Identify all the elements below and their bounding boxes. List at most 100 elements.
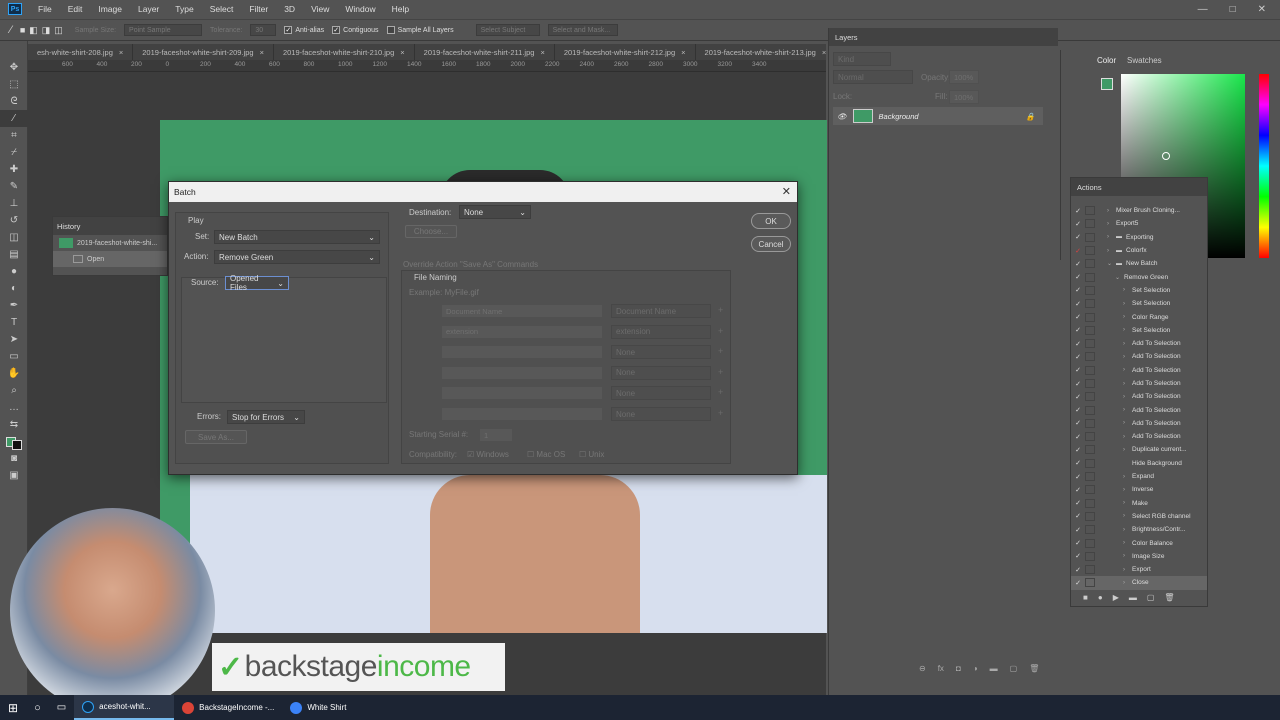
taskbar-item-photoshop[interactable]: aceshot-whit... bbox=[74, 695, 175, 720]
check-icon[interactable]: ✓ bbox=[1071, 433, 1085, 441]
dialog-toggle-box[interactable] bbox=[1085, 458, 1095, 468]
action-row[interactable]: ✓ › Select RGB channel bbox=[1071, 510, 1207, 523]
dialog-toggle-box[interactable] bbox=[1085, 246, 1095, 256]
hue-slider[interactable] bbox=[1259, 74, 1269, 258]
action-row[interactable]: ✓ › Color Range bbox=[1071, 310, 1207, 323]
check-icon[interactable]: ✓ bbox=[1071, 220, 1085, 228]
taskbar-item-white-shirt[interactable]: White Shirt bbox=[282, 695, 354, 720]
naming-field-left[interactable]: Document Name bbox=[441, 304, 603, 318]
naming-field-left[interactable]: extension bbox=[441, 324, 603, 339]
chevron-icon[interactable]: › bbox=[1123, 354, 1132, 360]
tab-color[interactable]: Color bbox=[1097, 56, 1116, 65]
tab-209[interactable]: 2019-faceshot-white-shirt-209.jpg × bbox=[133, 44, 274, 60]
chevron-icon[interactable]: › bbox=[1123, 527, 1132, 533]
ok-button[interactable]: OK bbox=[751, 213, 791, 229]
gradient-tool-icon[interactable]: ▤ bbox=[0, 246, 28, 263]
check-icon[interactable]: ✓ bbox=[1071, 340, 1085, 348]
check-icon[interactable]: ✓ bbox=[1071, 512, 1085, 520]
compat-unix-checkbox[interactable]: ☐ Unix bbox=[579, 450, 604, 459]
dialog-toggle-box[interactable] bbox=[1085, 325, 1095, 335]
trash-icon[interactable]: 🗑 bbox=[1029, 664, 1039, 673]
dialog-toggle-box[interactable] bbox=[1085, 299, 1095, 309]
action-row[interactable]: ✓ › ▬ Colorfx bbox=[1071, 244, 1207, 257]
chevron-icon[interactable]: › bbox=[1123, 327, 1132, 333]
action-row[interactable]: ✓ › Add To Selection bbox=[1071, 337, 1207, 350]
search-icon[interactable]: ○ bbox=[26, 695, 49, 720]
check-icon[interactable]: ✓ bbox=[1071, 247, 1085, 255]
shape-tool-icon[interactable]: ▭ bbox=[0, 348, 28, 365]
link-icon[interactable]: ⊖ bbox=[919, 664, 926, 673]
crop-tool-icon[interactable]: ⌗ bbox=[0, 127, 28, 144]
stop-icon[interactable]: ■ bbox=[1083, 593, 1088, 602]
dialog-toggle-box[interactable] bbox=[1085, 472, 1095, 482]
pen-tool-icon[interactable]: ✒ bbox=[0, 297, 28, 314]
dialog-toggle-box[interactable] bbox=[1085, 352, 1095, 362]
action-row[interactable]: ✓ › Make bbox=[1071, 497, 1207, 510]
chevron-icon[interactable]: › bbox=[1107, 208, 1116, 214]
compat-windows-checkbox[interactable]: ☑ Windows bbox=[467, 450, 509, 459]
action-row[interactable]: ✓ › Set Selection bbox=[1071, 297, 1207, 310]
naming-field-left[interactable] bbox=[441, 365, 603, 380]
check-icon[interactable]: ✓ bbox=[1071, 552, 1085, 560]
chevron-icon[interactable]: › bbox=[1123, 474, 1132, 480]
dialog-toggle-box[interactable] bbox=[1085, 272, 1095, 282]
action-row[interactable]: ✓ › Add To Selection bbox=[1071, 350, 1207, 363]
dialog-toggle-box[interactable] bbox=[1085, 538, 1095, 548]
action-row[interactable]: ✓ › Add To Selection bbox=[1071, 377, 1207, 390]
foreground-swatch[interactable] bbox=[1101, 78, 1113, 90]
hand-tool-icon[interactable]: ✋ bbox=[0, 365, 28, 382]
action-row[interactable]: ✓ › Add To Selection bbox=[1071, 430, 1207, 443]
dialog-toggle-box[interactable] bbox=[1085, 511, 1095, 521]
naming-select-right[interactable]: extension bbox=[611, 324, 711, 339]
windows-start-icon[interactable]: ⊞ bbox=[0, 695, 26, 720]
check-icon[interactable]: ✓ bbox=[1071, 459, 1085, 467]
action-row[interactable]: ✓ › Set Selection bbox=[1071, 284, 1207, 297]
chevron-icon[interactable]: › bbox=[1123, 567, 1132, 573]
action-row[interactable]: ✓ Hide Background bbox=[1071, 457, 1207, 470]
check-icon[interactable]: ✓ bbox=[1071, 539, 1085, 547]
chevron-icon[interactable]: › bbox=[1123, 553, 1132, 559]
zoom-tool-icon[interactable]: ⌕ bbox=[0, 382, 28, 399]
dialog-toggle-box[interactable] bbox=[1085, 551, 1095, 561]
check-icon[interactable]: ✓ bbox=[1071, 207, 1085, 215]
chevron-icon[interactable]: › bbox=[1107, 221, 1116, 227]
more-tools-icon[interactable]: … bbox=[0, 399, 28, 416]
plus-icon[interactable]: + bbox=[718, 305, 723, 315]
chevron-icon[interactable]: › bbox=[1123, 434, 1132, 440]
chevron-icon[interactable]: › bbox=[1123, 287, 1132, 293]
check-icon[interactable]: ✓ bbox=[1071, 300, 1085, 308]
menu-help[interactable]: Help bbox=[384, 4, 417, 14]
naming-select-right[interactable]: None bbox=[611, 345, 711, 360]
destination-select[interactable]: None ⌄ bbox=[459, 205, 531, 219]
marquee-tool-icon[interactable]: ⬚ bbox=[0, 76, 28, 93]
magic-wand-icon[interactable]: ⁄ bbox=[10, 24, 12, 36]
check-icon[interactable]: ✓ bbox=[1071, 499, 1085, 507]
dialog-toggle-box[interactable] bbox=[1085, 365, 1095, 375]
chevron-icon[interactable]: › bbox=[1123, 420, 1132, 426]
path-selection-icon[interactable]: ➤ bbox=[0, 331, 28, 348]
tab-213[interactable]: 2019-faceshot-white-shirt-213.jpg × bbox=[696, 44, 826, 60]
blur-tool-icon[interactable]: ● bbox=[0, 263, 28, 280]
folder-icon[interactable]: ▬ bbox=[1129, 593, 1137, 602]
color-swatches[interactable] bbox=[0, 433, 28, 450]
check-icon[interactable]: ✓ bbox=[1071, 486, 1085, 494]
check-icon[interactable]: ✓ bbox=[1071, 233, 1085, 241]
chevron-icon[interactable]: › bbox=[1123, 513, 1132, 519]
action-row[interactable]: ✓ › ▬ Exporting bbox=[1071, 231, 1207, 244]
eraser-tool-icon[interactable]: ◫ bbox=[0, 229, 28, 246]
check-icon[interactable]: ✓ bbox=[1071, 326, 1085, 334]
set-select[interactable]: New Batch ⌄ bbox=[214, 230, 380, 244]
naming-select-right[interactable]: None bbox=[611, 407, 711, 421]
anti-alias-checkbox[interactable]: ✓ Anti-alias bbox=[284, 26, 324, 34]
chevron-icon[interactable]: ⌄ bbox=[1107, 260, 1116, 267]
dialog-toggle-box[interactable] bbox=[1085, 485, 1095, 495]
plus-icon[interactable]: + bbox=[718, 408, 723, 418]
type-tool-icon[interactable]: T bbox=[0, 314, 28, 331]
history-brush-icon[interactable]: ↺ bbox=[0, 212, 28, 229]
select-and-mask-button[interactable]: Select and Mask... bbox=[547, 24, 618, 36]
action-row[interactable]: ✓ › Duplicate current... bbox=[1071, 443, 1207, 456]
action-row[interactable]: ✓ › Add To Selection bbox=[1071, 390, 1207, 403]
dialog-toggle-box[interactable] bbox=[1085, 285, 1095, 295]
dialog-toggle-box[interactable] bbox=[1085, 339, 1095, 349]
check-icon[interactable]: ✓ bbox=[1071, 313, 1085, 321]
